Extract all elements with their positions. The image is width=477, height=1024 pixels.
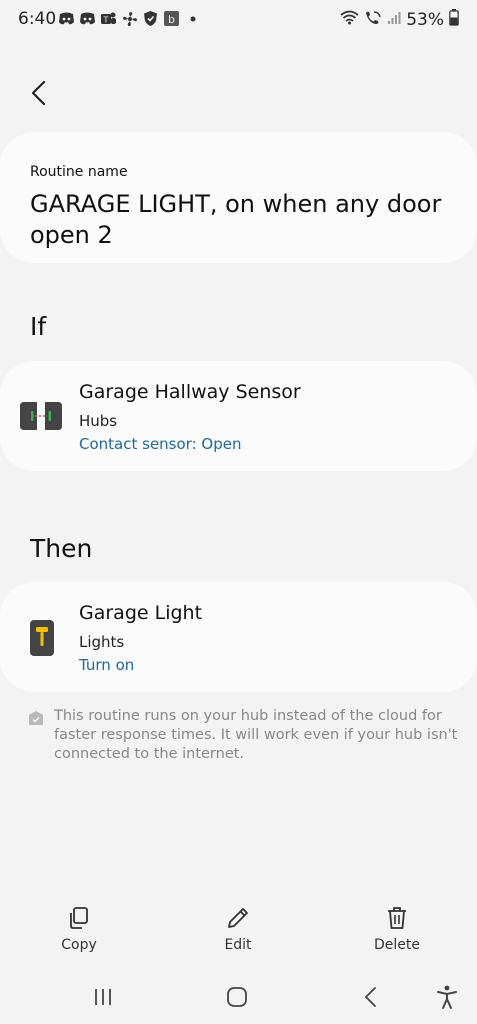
edit-button[interactable]: Edit bbox=[193, 905, 283, 953]
copy-label: Copy bbox=[61, 937, 97, 953]
accessibility-button[interactable] bbox=[432, 982, 462, 1012]
fan-icon bbox=[121, 10, 138, 27]
wifi-icon bbox=[340, 10, 359, 29]
action-device-name: Garage Light bbox=[79, 602, 203, 624]
accessibility-icon bbox=[437, 985, 457, 1009]
wifi-call-icon bbox=[364, 10, 382, 30]
recent-apps-icon bbox=[95, 989, 111, 1005]
trash-icon bbox=[388, 907, 406, 929]
teams-icon: T bbox=[100, 10, 117, 27]
system-nav-bar bbox=[0, 970, 477, 1024]
condition-device-state: Contact sensor: Open bbox=[79, 435, 242, 453]
if-section-title: If bbox=[30, 312, 47, 341]
routine-name-card[interactable]: Routine name GARAGE LIGHT, on when any d… bbox=[0, 132, 477, 263]
delete-label: Delete bbox=[374, 937, 420, 953]
copy-button[interactable]: Copy bbox=[34, 905, 124, 953]
condition-card[interactable]: Garage Hallway Sensor Hubs Contact senso… bbox=[0, 361, 477, 471]
system-back-button[interactable] bbox=[356, 982, 386, 1012]
chevron-left-icon bbox=[31, 80, 46, 106]
edit-label: Edit bbox=[224, 937, 252, 953]
delete-button[interactable]: Delete bbox=[352, 905, 442, 953]
action-card[interactable]: Garage Light Lights Turn on bbox=[0, 582, 477, 692]
status-bar: 6:40 T b 53% bbox=[0, 0, 477, 40]
status-right: 53% bbox=[340, 9, 459, 30]
condition-device-room: Hubs bbox=[79, 412, 118, 430]
status-time: 6:40 bbox=[18, 9, 57, 29]
discord-icon bbox=[79, 10, 96, 27]
hub-note-text: This routine runs on your hub instead of… bbox=[54, 708, 458, 762]
svg-text:T: T bbox=[103, 15, 109, 24]
recent-apps-button[interactable] bbox=[88, 982, 118, 1012]
hub-check-icon bbox=[28, 710, 44, 726]
battery-icon bbox=[449, 9, 459, 30]
back-nav-icon bbox=[364, 987, 376, 1007]
condition-device-name: Garage Hallway Sensor bbox=[79, 381, 301, 403]
action-device-room: Lights bbox=[79, 633, 125, 651]
edit-icon bbox=[228, 908, 248, 928]
copy-icon bbox=[70, 907, 88, 929]
notification-icons: T b bbox=[58, 10, 201, 27]
shield-icon bbox=[142, 10, 159, 27]
routine-name: GARAGE LIGHT, on when any door open 2 bbox=[30, 190, 442, 249]
then-section-title: Then bbox=[30, 534, 93, 563]
back-button[interactable] bbox=[22, 76, 56, 110]
discord-icon bbox=[58, 10, 75, 27]
dot-icon bbox=[184, 10, 201, 27]
home-icon bbox=[227, 987, 247, 1007]
home-button[interactable] bbox=[222, 982, 252, 1012]
light-switch-icon bbox=[30, 620, 54, 656]
svg-text:b: b bbox=[168, 13, 175, 26]
routine-name-label: Routine name bbox=[30, 164, 128, 180]
battery-percent: 53% bbox=[406, 9, 444, 30]
signal-icon bbox=[387, 10, 401, 29]
action-device-state: Turn on bbox=[79, 656, 135, 674]
contact-sensor-icon bbox=[20, 399, 62, 433]
b-app-icon: b bbox=[163, 10, 180, 27]
